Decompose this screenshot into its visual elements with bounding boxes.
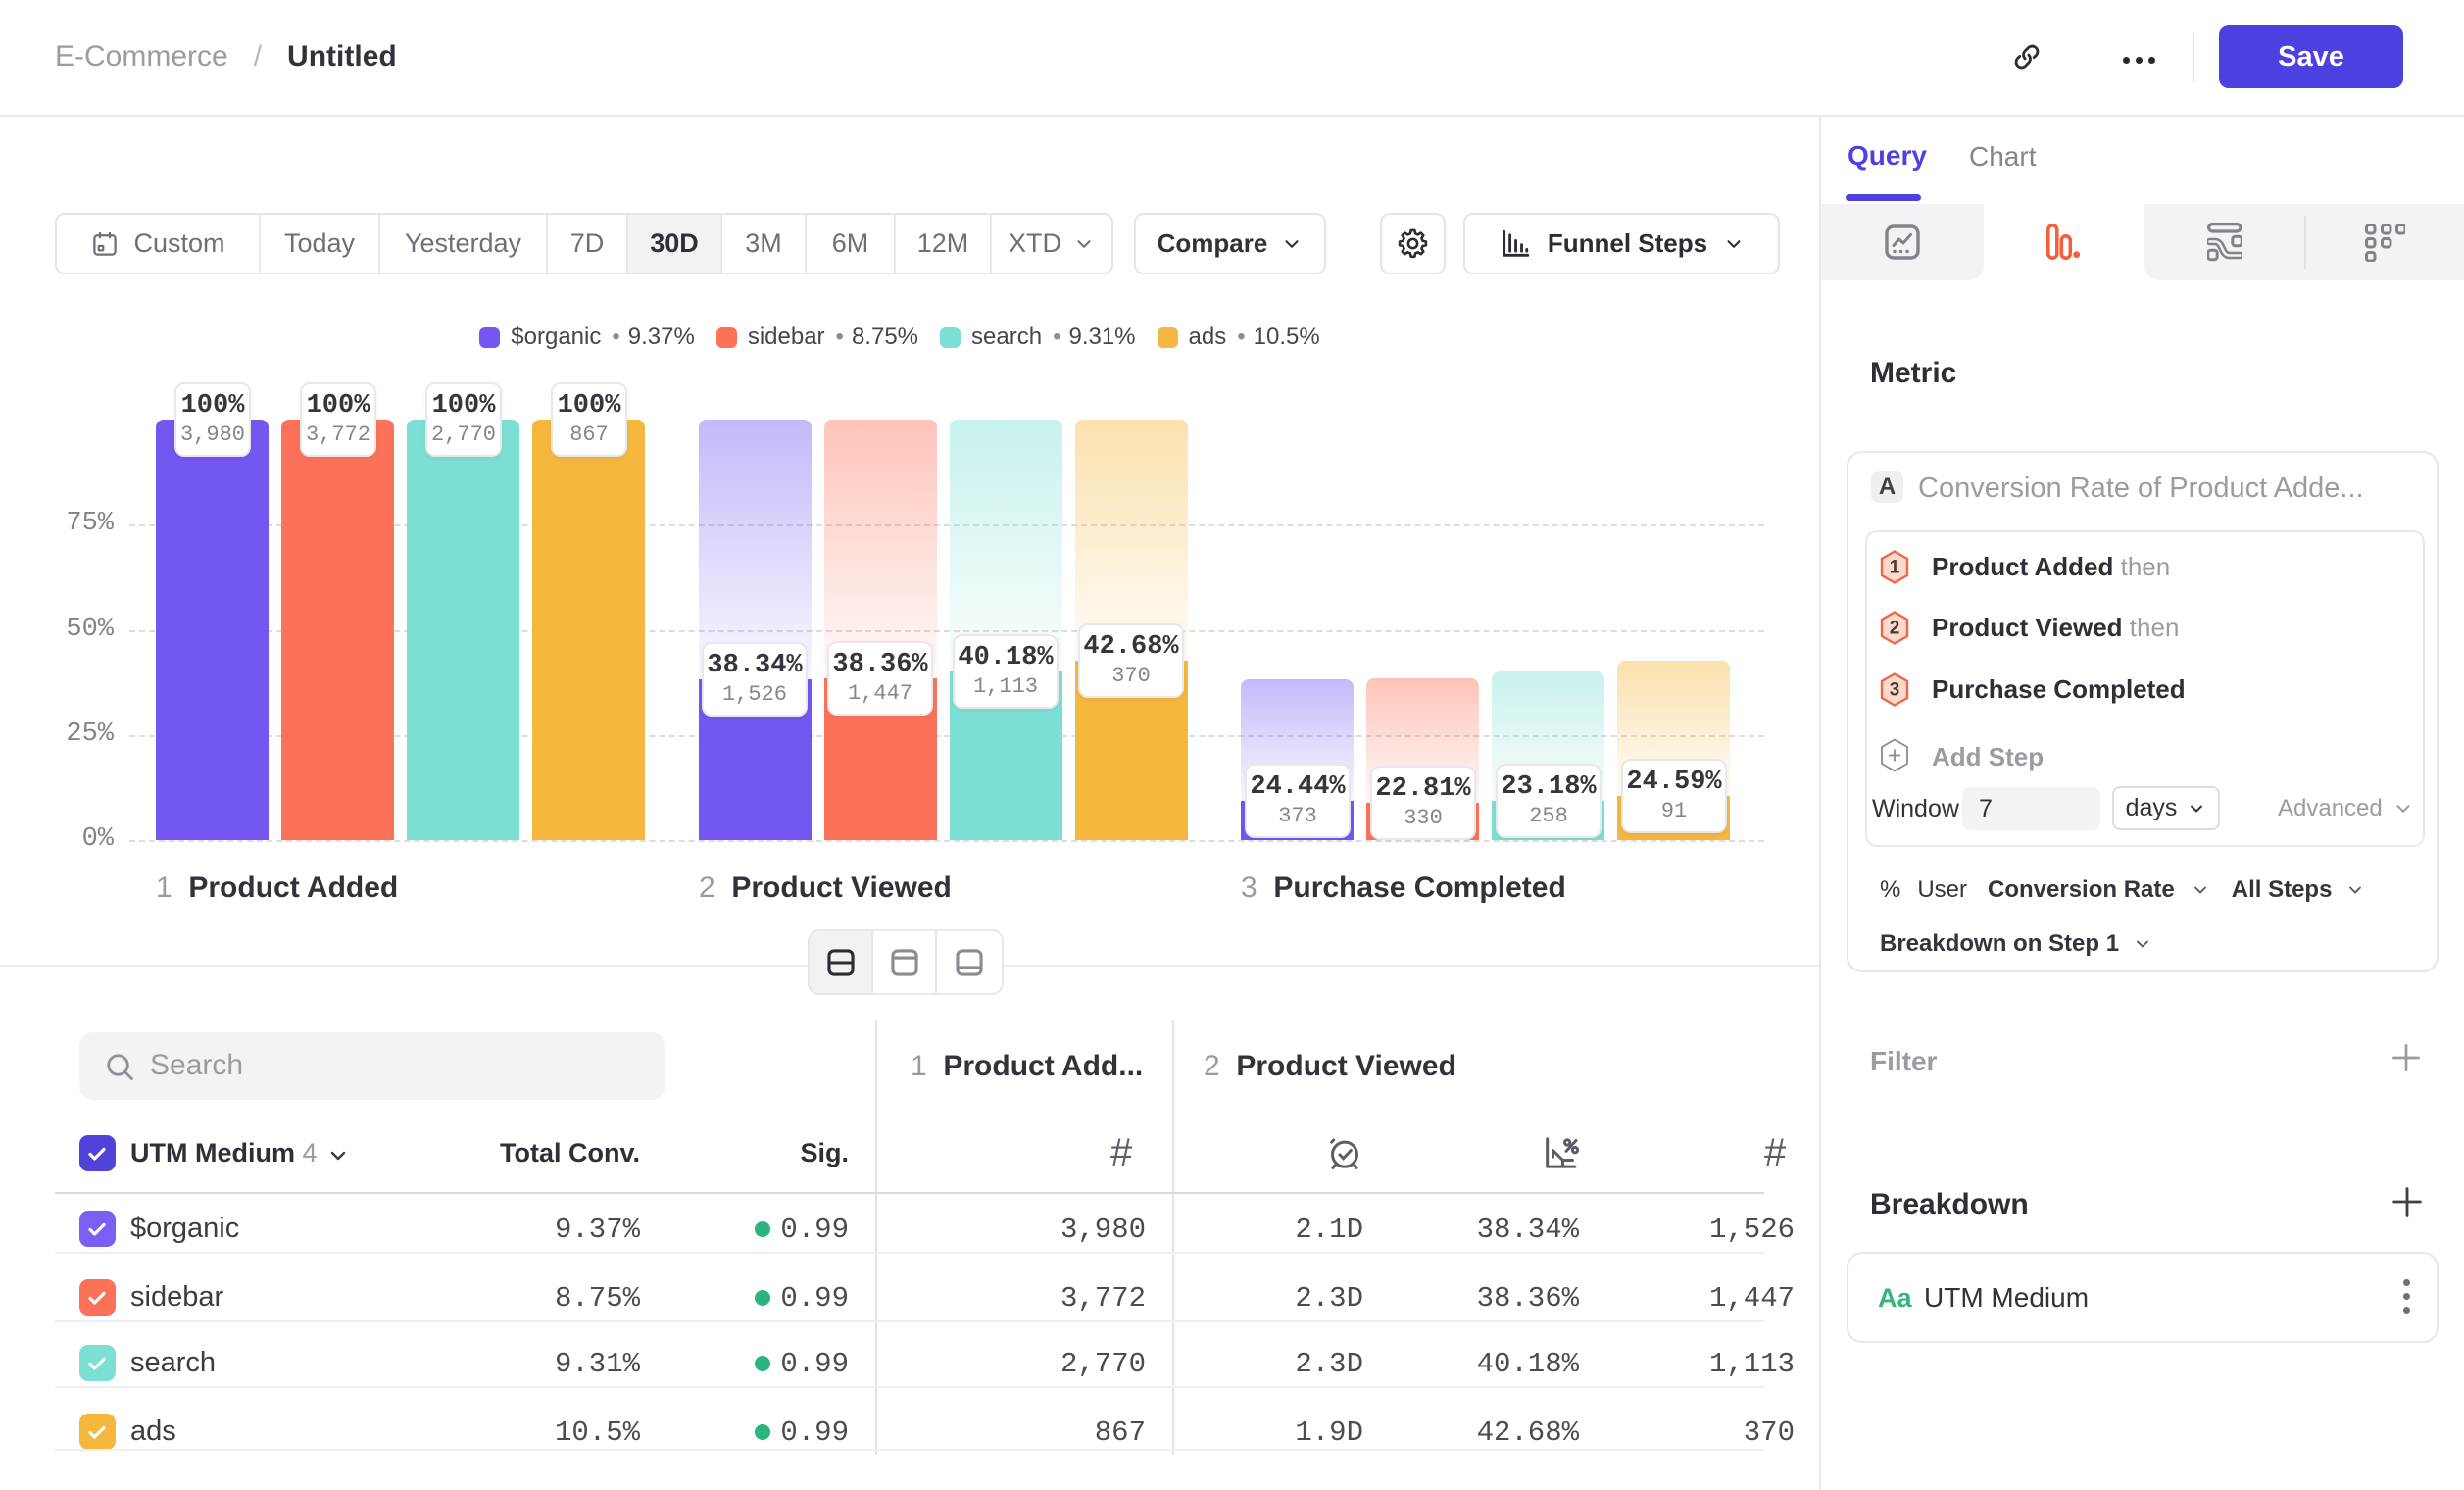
svg-text:2: 2 xyxy=(1890,619,1900,639)
svg-text:3: 3 xyxy=(1890,680,1900,701)
svg-text:1: 1 xyxy=(1890,558,1900,578)
